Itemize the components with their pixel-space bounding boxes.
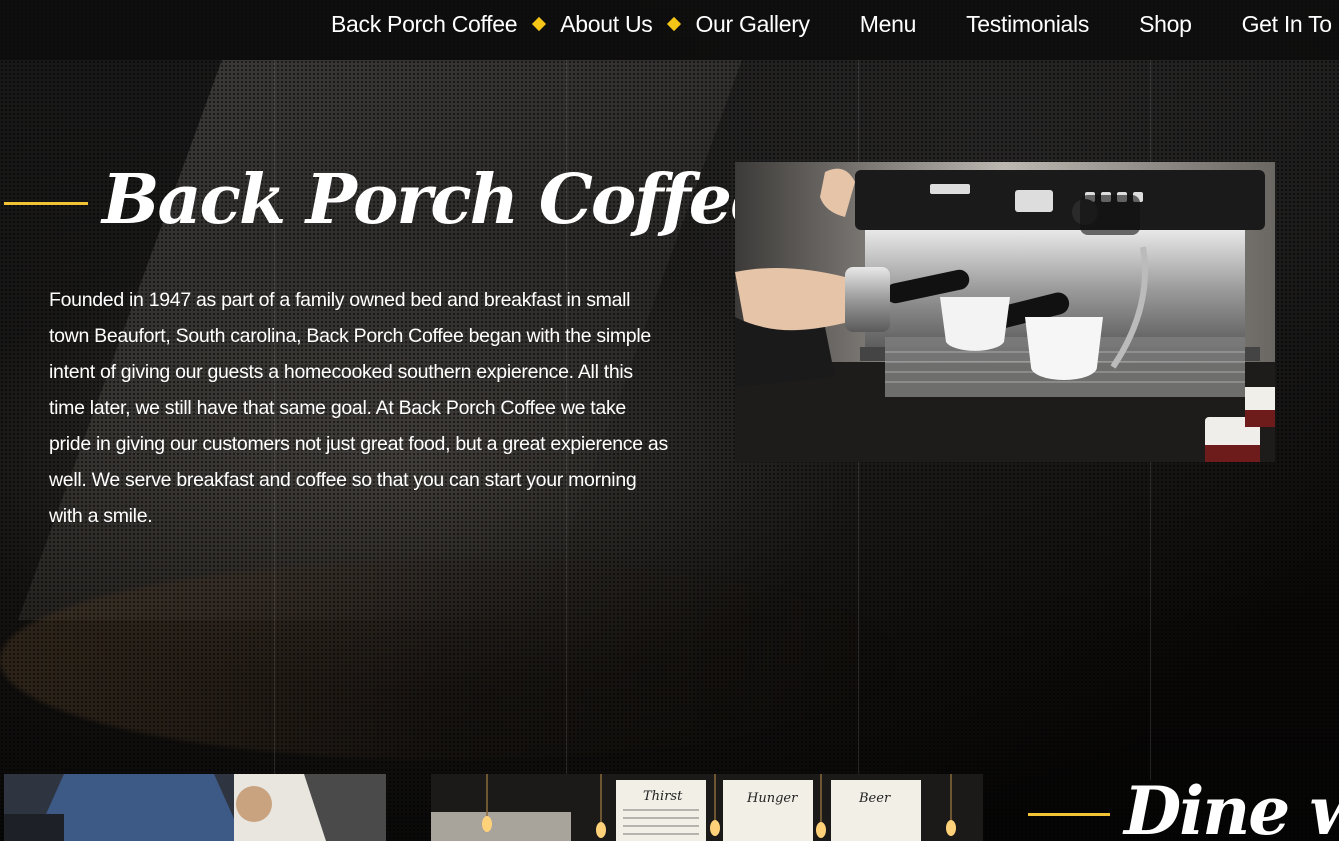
espresso-machine-photo bbox=[735, 162, 1275, 462]
menu-board-thirst: Thirst bbox=[643, 789, 683, 804]
nav-item-our-gallery[interactable]: Our Gallery bbox=[695, 11, 810, 38]
hero-title: Back Porch Coffee bbox=[102, 160, 773, 240]
dine-section-title: Dine wi bbox=[1124, 772, 1339, 841]
top-navigation: Back Porch Coffee About Us Our Gallery M… bbox=[0, 0, 1339, 60]
nav-item-shop[interactable]: Shop bbox=[1139, 11, 1192, 38]
title-accent-line bbox=[4, 202, 88, 205]
barista-illustration bbox=[4, 774, 386, 841]
dine-accent-line bbox=[1028, 813, 1110, 816]
espresso-machine-illustration bbox=[735, 162, 1275, 462]
diamond-separator-icon bbox=[532, 16, 547, 32]
nav-item-get-in-touch[interactable]: Get In To bbox=[1242, 11, 1333, 38]
barista-photo bbox=[4, 774, 386, 841]
menu-board-illustration: Thirst Hunger Beer bbox=[431, 774, 983, 841]
diamond-separator-icon bbox=[667, 16, 682, 32]
menu-board-beer: Beer bbox=[858, 791, 891, 806]
cafe-menu-board-photo: Thirst Hunger Beer bbox=[431, 774, 983, 841]
nav-item-testimonials[interactable]: Testimonials bbox=[966, 11, 1089, 38]
page: Back Porch Coffee About Us Our Gallery M… bbox=[0, 0, 1339, 841]
nav-menu: Back Porch Coffee About Us Our Gallery M… bbox=[331, 0, 1332, 48]
nav-item-menu[interactable]: Menu bbox=[860, 11, 917, 38]
menu-board-hunger: Hunger bbox=[746, 791, 798, 806]
nav-item-about-us[interactable]: About Us bbox=[560, 11, 653, 38]
hero-description: Founded in 1947 as part of a family owne… bbox=[49, 289, 668, 527]
nav-item-back-porch-coffee[interactable]: Back Porch Coffee bbox=[331, 11, 518, 38]
